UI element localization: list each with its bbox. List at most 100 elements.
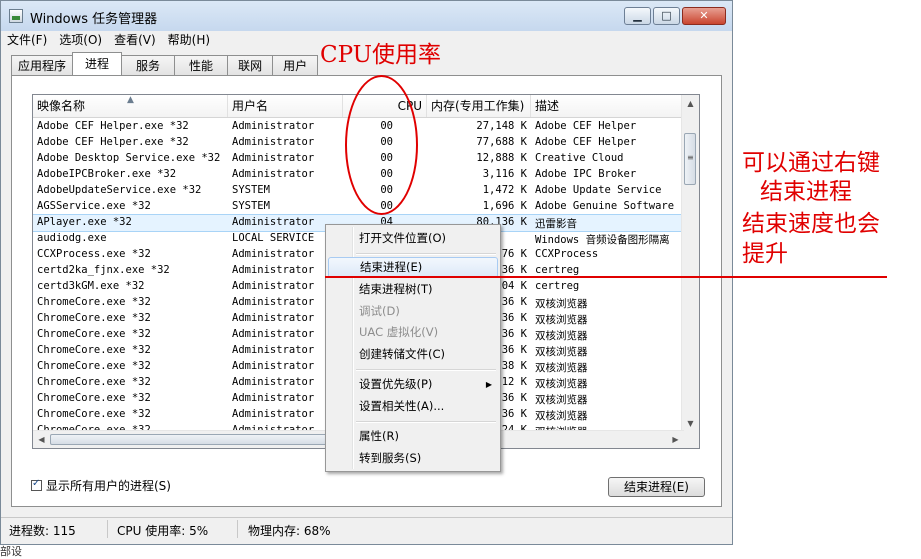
cell-description: Adobe Update Service — [535, 184, 662, 196]
status-bar: 进程数: 115 CPU 使用率: 5% 物理内存: 68% — [1, 517, 732, 542]
cell-image-name: Adobe CEF Helper.exe *32 — [37, 136, 189, 148]
menu-view[interactable]: 查看(V) — [108, 31, 162, 51]
show-all-users-checkbox[interactable]: 显示所有用户的进程(S) — [31, 477, 171, 494]
menu-file[interactable]: 文件(F) — [1, 31, 53, 51]
cell-description: Adobe Genuine Software In — [535, 200, 683, 212]
menu-go-to-service[interactable]: 转到服务(S) — [328, 448, 498, 469]
cell-user-name: Administrator — [232, 152, 315, 164]
annotation-cpu-usage: CPU使用率 — [320, 42, 442, 68]
menu-separator — [356, 253, 496, 255]
cell-memory: 12,888 K — [476, 152, 527, 164]
column-memory[interactable]: 内存(专用工作集) — [427, 95, 531, 117]
cell-image-name: ChromeCore.exe *32 — [37, 360, 151, 372]
title-bar[interactable]: Windows 任务管理器 ▁ □ ✕ — [1, 1, 732, 31]
cell-description: Adobe CEF Helper — [535, 136, 637, 148]
cell-image-name: Adobe CEF Helper.exe *32 — [37, 120, 189, 132]
context-menu: 打开文件位置(O) 结束进程(E) 结束进程树(T) 调试(D) UAC 虚拟化… — [325, 224, 501, 472]
cell-image-name: CCXProcess.exe *32 — [37, 248, 151, 260]
window-title: Windows 任务管理器 — [30, 12, 158, 27]
vertical-scrollbar[interactable]: ▲ ≡ ▼ — [681, 95, 699, 432]
cell-image-name: APlayer.exe *32 — [37, 216, 132, 228]
cell-description: 双核浏览器 — [535, 410, 588, 422]
status-physical-memory: 物理内存: 68% — [248, 524, 331, 538]
tab-performance[interactable]: 性能 — [174, 55, 229, 75]
cell-description: 迅雷影音 — [535, 218, 577, 230]
tab-strip: 应用程序 进程 服务 性能 联网 用户 — [11, 52, 319, 75]
cell-description: certreg — [535, 264, 580, 276]
menu-properties[interactable]: 属性(R) — [328, 426, 498, 447]
maximize-button[interactable]: □ — [653, 7, 680, 25]
tab-services[interactable]: 服务 — [121, 55, 176, 75]
cell-memory: 27,148 K — [476, 120, 527, 132]
close-icon: ✕ — [699, 9, 709, 22]
annotation-pointer-line — [325, 276, 887, 278]
scroll-down-icon[interactable]: ▼ — [682, 415, 699, 432]
cell-description: Creative Cloud — [535, 152, 624, 164]
tab-users[interactable]: 用户 — [272, 55, 319, 75]
cell-image-name: certd2ka_fjnx.exe *32 — [37, 264, 170, 276]
end-process-button[interactable]: 结束进程(E) — [608, 477, 705, 497]
column-memory-label: 内存(专用工作集) — [431, 99, 525, 113]
tab-networking[interactable]: 联网 — [227, 55, 274, 75]
minimize-icon: ▁ — [633, 9, 642, 22]
cell-memory: 1,696 K — [482, 200, 527, 212]
column-description[interactable]: 描述 — [531, 95, 683, 117]
close-button[interactable]: ✕ — [682, 7, 726, 25]
column-user-label: 用户名 — [232, 99, 269, 113]
cell-image-name: AdobeUpdateService.exe *32 — [37, 184, 202, 196]
scroll-up-icon[interactable]: ▲ — [682, 95, 699, 112]
menu-uac-virtualization: UAC 虚拟化(V) — [359, 325, 439, 339]
menu-set-priority[interactable]: 设置优先级(P) ▶ — [328, 374, 498, 395]
cell-description: 双核浏览器 — [535, 298, 588, 310]
sort-ascending-icon: ▲ — [127, 95, 134, 105]
table-row[interactable]: AGSService.exe *32 SYSTEM 00 1,696 K Adobe G… — [33, 199, 683, 215]
menu-help[interactable]: 帮助(H) — [162, 31, 216, 51]
cell-description: 双核浏览器 — [535, 394, 588, 406]
cell-description: Adobe IPC Broker — [535, 168, 637, 180]
cell-user-name: Administrator — [232, 168, 315, 180]
minimize-button[interactable]: ▁ — [624, 7, 651, 25]
cell-image-name: ChromeCore.exe *32 — [37, 296, 151, 308]
menu-end-process[interactable]: 结束进程(E) — [328, 257, 498, 278]
column-image-label: 映像名称 — [37, 99, 86, 113]
cell-user-name: SYSTEM — [232, 184, 270, 196]
cell-image-name: AdobeIPCBroker.exe *32 — [37, 168, 177, 180]
cell-description: certreg — [535, 280, 580, 292]
cell-memory: 77,688 K — [476, 136, 527, 148]
grip-icon: ≡ — [687, 153, 694, 162]
menu-create-dump-file[interactable]: 创建转储文件(C) — [328, 344, 498, 365]
menu-set-affinity[interactable]: 设置相关性(A)... — [328, 396, 498, 417]
cell-description: 双核浏览器 — [535, 346, 588, 358]
cell-image-name: ChromeCore.exe *32 — [37, 392, 151, 404]
show-all-users-label: 显示所有用户的进程(S) — [46, 479, 171, 493]
tab-processes[interactable]: 进程 — [72, 52, 123, 75]
annotation-line-4: 提升 — [742, 241, 788, 267]
cell-description: CCXProcess — [535, 248, 599, 260]
cell-description: Windows 音频设备图形隔离 — [535, 234, 670, 246]
background-window-text: 部设 — [0, 545, 22, 558]
task-manager-app-icon — [9, 9, 23, 23]
column-user-name[interactable]: 用户名 — [228, 95, 343, 117]
annotation-line-2: 结束进程 — [760, 179, 852, 205]
cell-user-name: Administrator — [232, 136, 315, 148]
menu-end-process-tree[interactable]: 结束进程树(T) — [328, 279, 498, 300]
scroll-left-icon[interactable]: ◀ — [33, 431, 50, 448]
checkbox-checked-icon[interactable] — [31, 478, 42, 491]
vertical-scroll-thumb[interactable]: ≡ — [684, 133, 696, 185]
cell-memory: 1,472 K — [482, 184, 527, 196]
tab-applications[interactable]: 应用程序 — [11, 55, 74, 75]
horizontal-scroll-thumb[interactable] — [50, 434, 330, 445]
menu-open-file-location[interactable]: 打开文件位置(O) — [328, 228, 498, 249]
cell-image-name: ChromeCore.exe *32 — [37, 408, 151, 420]
status-divider — [237, 520, 238, 538]
cell-description: 双核浏览器 — [535, 330, 588, 342]
menu-options[interactable]: 选项(O) — [53, 31, 108, 51]
cell-image-name: ChromeCore.exe *32 — [37, 328, 151, 340]
cell-description: 双核浏览器 — [535, 378, 588, 390]
cell-image-name: ChromeCore.exe *32 — [37, 312, 151, 324]
cpu-column-highlight-ellipse — [345, 75, 418, 215]
cell-image-name: ChromeCore.exe *32 — [37, 376, 151, 388]
cell-description: 双核浏览器 — [535, 314, 588, 326]
column-image-name[interactable]: 映像名称 ▲ — [33, 95, 228, 117]
cell-image-name: ChromeCore.exe *32 — [37, 344, 151, 356]
